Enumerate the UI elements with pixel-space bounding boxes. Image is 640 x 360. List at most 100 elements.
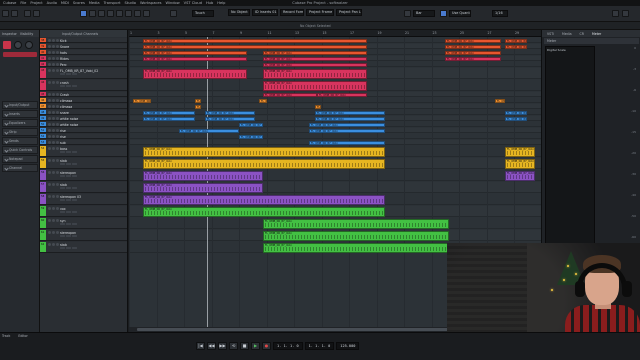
midi-part[interactable]: FL_OMB_KR_87_Vobi: [143, 170, 263, 181]
midi-part[interactable]: FL_OMB_KR_87_Vobi: [263, 242, 449, 253]
tempo-display[interactable]: 125.000: [336, 342, 360, 350]
mute-button[interactable]: [48, 147, 51, 151]
track-row[interactable]: 45 Crash: [40, 92, 127, 97]
midi-part[interactable]: FL_OMB_KR_87_Vobi: [315, 104, 321, 109]
mute-button[interactable]: [48, 63, 51, 67]
track-name[interactable]: cllmasa: [60, 105, 72, 109]
midi-part[interactable]: FL_OMB_KR_87_Vobi: [505, 158, 535, 169]
menu-item-transport[interactable]: Transport: [104, 1, 121, 5]
right-zone-button[interactable]: [612, 10, 619, 17]
mute-button[interactable]: [48, 159, 51, 163]
mute-button[interactable]: [48, 111, 51, 115]
inspector-section-strip[interactable]: Strip: [2, 128, 38, 136]
track-name[interactable]: Perc: [60, 63, 67, 67]
monitor-button[interactable]: [60, 174, 65, 178]
midi-part[interactable]: FL_OMB_KR_87_Vobi: [309, 140, 385, 145]
solo-button[interactable]: [52, 195, 55, 199]
track-name-field[interactable]: [3, 52, 37, 57]
stop-button[interactable]: ■: [240, 342, 249, 350]
solo-button[interactable]: [52, 129, 55, 133]
erase-tool[interactable]: [116, 10, 123, 17]
record-enable-button[interactable]: [56, 99, 59, 103]
read-automation-button[interactable]: [66, 198, 71, 202]
record-enable-button[interactable]: [56, 63, 59, 67]
grid-type-select[interactable]: Bar: [413, 10, 435, 17]
mute-button[interactable]: [48, 207, 51, 211]
draw-tool[interactable]: [143, 10, 150, 17]
track-row[interactable]: 62 stab: [40, 242, 127, 253]
tab-inspector[interactable]: Inspector: [2, 32, 17, 36]
tab-editor[interactable]: Editor: [18, 333, 27, 339]
quantize-preset-select[interactable]: Use Quantize: [449, 10, 471, 17]
midi-part[interactable]: FL_OMB_KR_87_Vobi: [205, 110, 255, 115]
track-row[interactable]: 50 white noise: [40, 122, 127, 127]
monitor-button[interactable]: [60, 72, 65, 76]
midi-part[interactable]: FL_OMB_KR_87_Vobi: [195, 98, 201, 103]
read-automation-button[interactable]: [66, 222, 71, 226]
read-automation-button[interactable]: [66, 72, 71, 76]
record-enable-button[interactable]: [56, 51, 59, 55]
midi-part[interactable]: FL_OMB_KR_87_Vobi: [445, 50, 501, 55]
midi-part[interactable]: FL_OMB_KR_87_Vobi: [505, 146, 535, 157]
edit-instrument-button[interactable]: [72, 186, 77, 190]
mute-button[interactable]: [48, 99, 51, 103]
track-row[interactable]: 59 vox: [40, 206, 127, 217]
edit-instrument-button[interactable]: [72, 210, 77, 214]
record-enable-button[interactable]: [56, 81, 59, 85]
midi-part[interactable]: FL_OMB_KR_87_Vobi: [315, 110, 385, 115]
read-automation-button[interactable]: [66, 186, 71, 190]
midi-part[interactable]: FL_OMB_KR_87_Vobi: [133, 98, 151, 103]
midi-part[interactable]: FL_OMB_KR_87_Vobi: [445, 44, 501, 49]
midi-part[interactable]: FL_OMB_KR_87_Vobi: [263, 50, 367, 55]
quantize-value-select[interactable]: 1/16: [492, 10, 508, 17]
menu-item-vst-cloud[interactable]: VST Cloud: [184, 1, 202, 5]
read-automation-button[interactable]: [66, 162, 71, 166]
inspector-section-notepad[interactable]: Notepad: [2, 155, 38, 163]
edit-instrument-button[interactable]: [72, 246, 77, 250]
track-row[interactable]: 39 Snare: [40, 44, 127, 49]
solo-button[interactable]: [52, 81, 55, 85]
midi-part[interactable]: FL_OMB_KR_87_Vobi: [239, 134, 263, 139]
record-button[interactable]: ●: [262, 342, 271, 350]
midi-part[interactable]: FL_OMB_KR_87_Vobi: [505, 170, 535, 181]
tab-meter[interactable]: Meter: [592, 32, 601, 36]
midi-part[interactable]: FL_OMB_KR_87_Vobi: [143, 56, 247, 61]
record-enable-button[interactable]: [56, 171, 59, 175]
inspector-toggle-button[interactable]: [24, 10, 31, 17]
midi-part[interactable]: FL_OMB_KR_87_Vobi: [505, 110, 527, 115]
pan-knob[interactable]: [25, 41, 33, 49]
track-row[interactable]: 60 syn: [40, 218, 127, 229]
track-name[interactable]: Rides: [60, 57, 69, 61]
track-row[interactable]: 57 stab: [40, 182, 127, 193]
inspector-section-input-output[interactable]: Input/Output: [2, 101, 38, 109]
solo-button[interactable]: [52, 159, 55, 163]
record-enable-button[interactable]: [56, 219, 59, 223]
rewind-button[interactable]: ◀◀: [207, 342, 216, 350]
inspector-section-channel[interactable]: Channel: [2, 164, 38, 172]
midi-part[interactable]: FL_OMB_KR_87_Vobi: [263, 80, 367, 91]
track-row[interactable]: 44 crash: [40, 80, 127, 91]
mute-button[interactable]: [48, 195, 51, 199]
edit-instrument-button[interactable]: [72, 234, 77, 238]
mute-button[interactable]: [48, 57, 51, 61]
solo-button[interactable]: [52, 57, 55, 61]
menu-item-window[interactable]: Window: [165, 1, 179, 5]
zoom-tool[interactable]: [125, 10, 132, 17]
mute-button[interactable]: [48, 105, 51, 109]
record-enable-button[interactable]: [56, 243, 59, 247]
midi-part[interactable]: FL_OMB_KR_87_Vobi: [263, 68, 367, 79]
menu-item-studio[interactable]: Studio: [125, 1, 136, 5]
midi-part[interactable]: FL_OMB_KR_87_Vobi: [205, 116, 255, 121]
inspector-section-sends[interactable]: Sends: [2, 137, 38, 145]
midi-part[interactable]: FL_OMB_KR_87_Vobi: [317, 92, 367, 97]
record-enable-button[interactable]: [56, 195, 59, 199]
monitor-button[interactable]: [60, 210, 65, 214]
midi-part[interactable]: FL_OMB_KR_87_Vobi: [239, 122, 263, 127]
solo-button[interactable]: [52, 93, 55, 97]
record-enable-button[interactable]: [56, 57, 59, 61]
monitor-button[interactable]: [60, 198, 65, 202]
monitor-button[interactable]: [60, 222, 65, 226]
midi-part[interactable]: FL_OMB_KR_87_Vobi: [143, 158, 385, 169]
record-enable-button[interactable]: [56, 159, 59, 163]
mute-button[interactable]: [48, 51, 51, 55]
